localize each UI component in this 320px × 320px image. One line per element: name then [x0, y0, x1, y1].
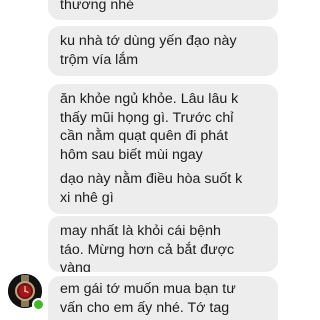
online-status-indicator	[32, 298, 45, 311]
message-bubble[interactable]: dạo này nằm điều hòa suốt k xi nhê gì	[48, 162, 278, 214]
message-bubble[interactable]: may nhất là khỏi cái bệnh táo. Mừng hơn …	[48, 216, 278, 272]
message-thread[interactable]: thương nhé ku nhà tớ dùng yến đạo này tr…	[0, 0, 320, 320]
message-bubble[interactable]: thương nhé	[48, 0, 278, 20]
message-bubble[interactable]: em gái tớ muốn mua bạn tư vấn cho em ấy …	[48, 276, 278, 320]
message-bubble[interactable]: ku nhà tớ dùng yến đạo này trộm vía lắm	[48, 26, 278, 76]
